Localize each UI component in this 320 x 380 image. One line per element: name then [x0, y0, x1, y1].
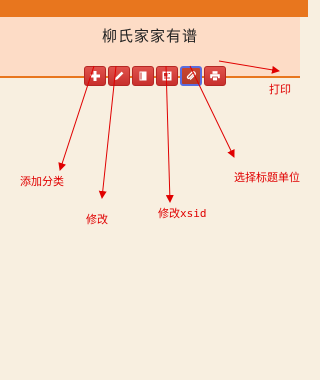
top-bar: [0, 0, 308, 17]
add-category-button[interactable]: [84, 66, 106, 86]
arrow-edit-xsid: [165, 65, 174, 203]
toolbar: [84, 66, 226, 86]
id-card-button[interactable]: [156, 66, 178, 86]
paperclip-icon: [186, 71, 196, 80]
annotation-add-category: 添加分类: [20, 175, 64, 188]
pencil-icon: [115, 71, 124, 80]
annotation-edit-xsid: 修改xsid: [158, 207, 207, 220]
edit-xsid-button[interactable]: [132, 66, 154, 86]
id-card-icon: [162, 71, 172, 81]
header-panel: 柳氏家家有谱: [0, 17, 300, 86]
annotation-edit: 修改: [86, 213, 108, 226]
edit-button[interactable]: [108, 66, 130, 86]
annotation-select-title-unit: 选择标题单位: [234, 171, 300, 184]
annotation-print: 打印: [269, 83, 291, 96]
plus-icon: [90, 71, 100, 81]
print-button[interactable]: [204, 66, 226, 86]
page-title: 柳氏家家有谱: [101, 27, 198, 45]
book-icon: [139, 71, 147, 81]
printer-icon: [210, 71, 220, 82]
select-title-unit-button[interactable]: [180, 66, 202, 86]
